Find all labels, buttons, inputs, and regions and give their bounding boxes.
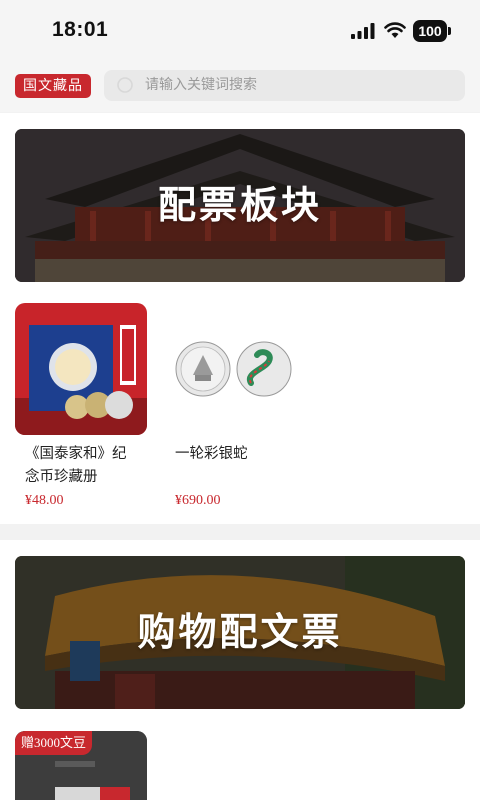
status-time: 18:01 bbox=[52, 18, 109, 41]
search-input[interactable]: 请输入关键词搜索 bbox=[104, 70, 465, 101]
status-bar: 18:01 100 bbox=[0, 0, 480, 60]
product-list: 《国泰家和》纪念币珍藏册 ¥48.00 一轮彩银蛇 ¥690.00 bbox=[0, 303, 480, 513]
search-placeholder: 请输入关键词搜索 bbox=[145, 77, 257, 93]
product-card[interactable]: 赠3000文豆 bbox=[15, 731, 147, 800]
product-price: ¥48.00 bbox=[25, 493, 64, 508]
wifi-icon bbox=[384, 22, 406, 38]
brand-badge[interactable]: 国文藏品 bbox=[15, 74, 91, 98]
product-image bbox=[15, 303, 147, 435]
product-card[interactable]: 《国泰家和》纪念币珍藏册 ¥48.00 bbox=[15, 303, 147, 509]
banner-title: 配票板块 bbox=[157, 183, 322, 227]
cellular-signal-icon bbox=[351, 23, 375, 39]
product-name: 《国泰家和》纪念币珍藏册 bbox=[25, 446, 127, 485]
promo-badge: 赠3000文豆 bbox=[15, 731, 93, 755]
search-icon bbox=[117, 77, 133, 93]
battery-level: 100 bbox=[413, 20, 447, 42]
product-name: 一轮彩银蛇 bbox=[175, 446, 248, 462]
battery-icon: 100 bbox=[413, 20, 451, 42]
product-image bbox=[165, 303, 297, 435]
section-shopping: 购物配文票 赠3000文豆 bbox=[0, 540, 480, 800]
section-ticket: 配票板块 《国泰家和》纪念币珍藏册 ¥48.00 一轮彩银蛇 ¥690.00 bbox=[0, 113, 480, 524]
product-price: ¥690.00 bbox=[175, 493, 221, 508]
product-card[interactable]: 一轮彩银蛇 ¥690.00 bbox=[165, 303, 297, 509]
header: 国文藏品 请输入关键词搜索 bbox=[0, 60, 480, 112]
banner-ticket[interactable]: 配票板块 bbox=[15, 129, 465, 282]
banner-shopping[interactable]: 购物配文票 bbox=[15, 556, 465, 709]
banner-title: 购物配文票 bbox=[137, 610, 343, 654]
